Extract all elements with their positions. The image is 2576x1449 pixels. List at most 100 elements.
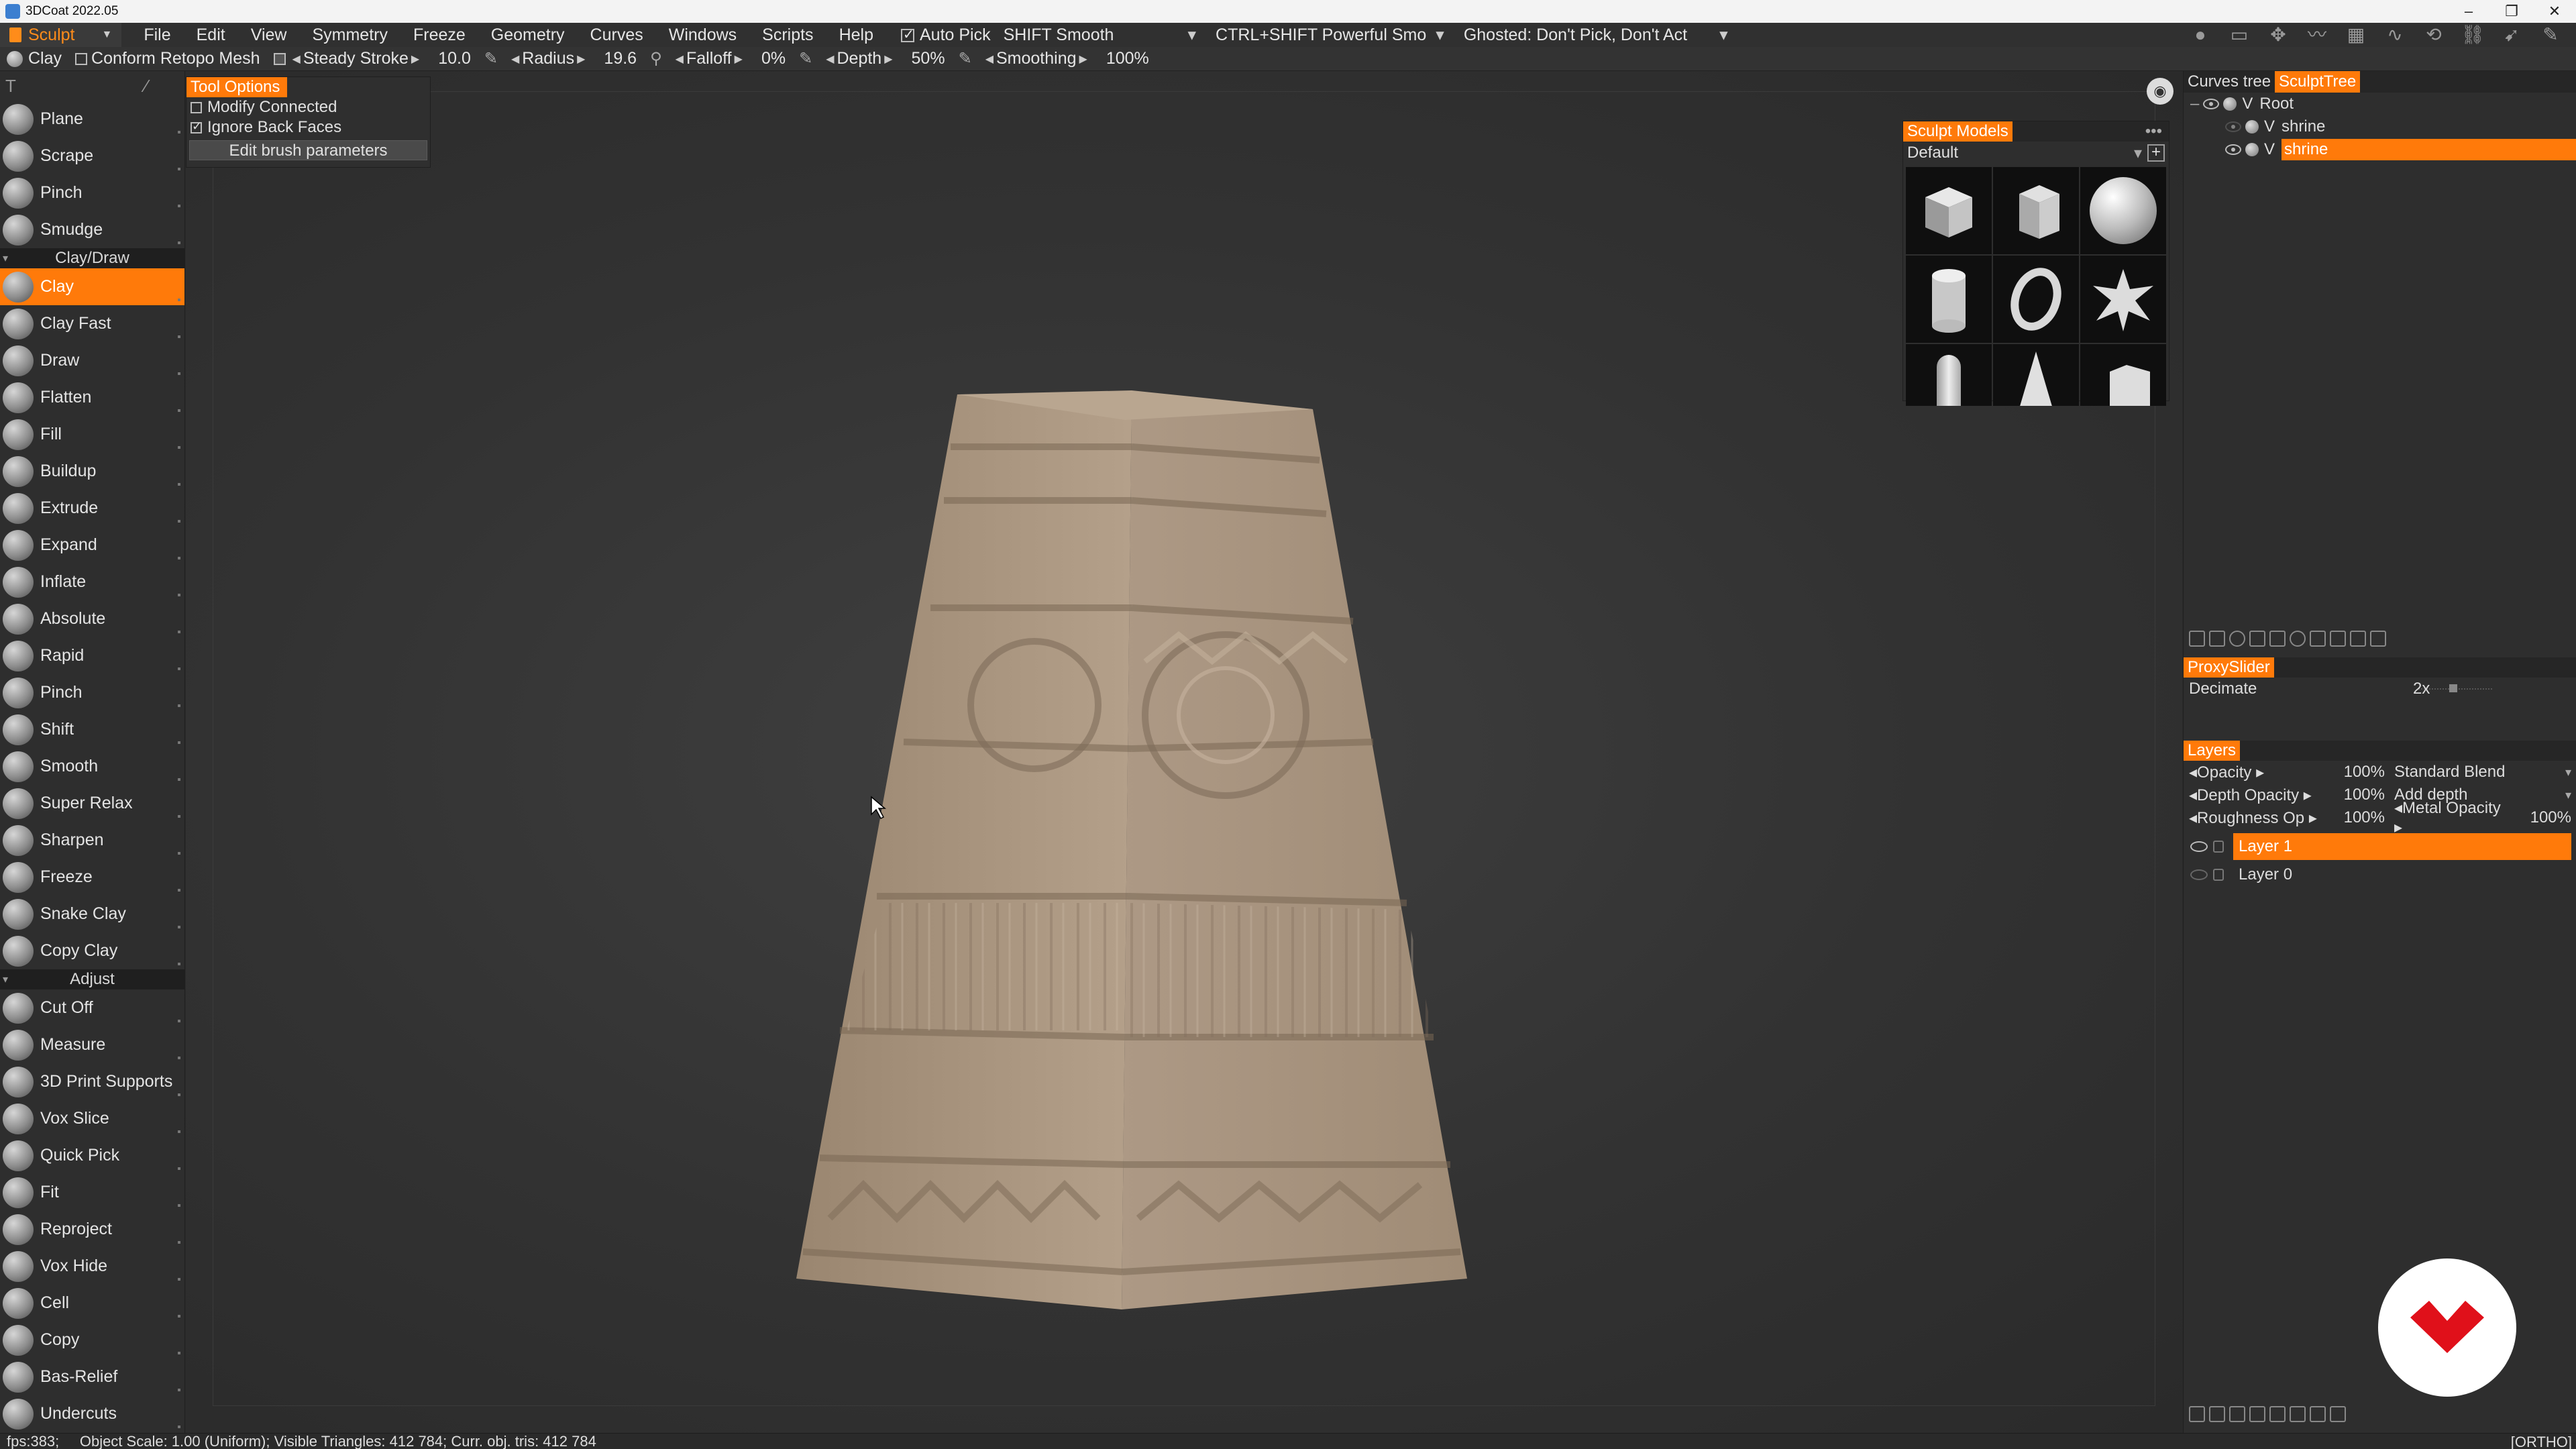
steady-stroke-toggle[interactable]: ◀ Steady Stroke ▶ (267, 49, 429, 68)
radius-value[interactable]: 19.6 (594, 49, 646, 68)
grid-icon[interactable] (2310, 631, 2326, 647)
model-cone[interactable] (1993, 344, 2079, 406)
tool-clay-fast[interactable]: Clay Fast (0, 305, 184, 342)
pen-pressure-icon[interactable]: ✎ (480, 49, 502, 68)
roughness-value[interactable]: 100% (2338, 808, 2385, 827)
document-icon[interactable] (2330, 631, 2346, 647)
menu-view[interactable]: View (238, 25, 300, 45)
shift-smooth-dropdown[interactable]: SHIFT Smooth ▾ (1004, 25, 1209, 45)
opacity-row[interactable]: ◂Opacity ▸ 100% Standard Blend ▾ (2184, 761, 2576, 784)
model-spiky-ball[interactable] (2080, 256, 2166, 343)
move-icon[interactable] (2370, 631, 2386, 647)
pen-icon[interactable]: ✎ (2538, 25, 2563, 45)
tool-flatten[interactable]: Flatten (0, 379, 184, 416)
restore-button[interactable]: ❐ (2490, 0, 2533, 23)
pen-pressure-icon[interactable]: ✎ (795, 49, 816, 68)
tool-pinch[interactable]: Pinch (0, 174, 184, 211)
menu-windows[interactable]: Windows (656, 25, 749, 45)
tool-quick-pick[interactable]: Quick Pick (0, 1137, 184, 1174)
tool-3d-print-supports[interactable]: 3D Print Supports (0, 1063, 184, 1100)
section-clay-draw[interactable]: Clay/Draw (0, 248, 184, 268)
layer-row-0[interactable]: Layer 0 (2184, 861, 2576, 888)
tool-shift[interactable]: Shift (0, 711, 184, 748)
move-up-icon[interactable] (2269, 1406, 2286, 1422)
falloff-control[interactable]: ◀ Falloff ▶ (666, 49, 752, 68)
tool-super-relax[interactable]: Super Relax (0, 785, 184, 822)
tool-undercuts[interactable]: Undercuts (0, 1395, 184, 1432)
info-icon[interactable] (2290, 631, 2306, 647)
decrease-arrow-icon[interactable]: ◀ (673, 52, 686, 66)
add-layer-icon[interactable] (2189, 1406, 2205, 1422)
tab-sculpt-tree[interactable]: SculptTree (2275, 71, 2361, 93)
tool-vox-hide[interactable]: Vox Hide (0, 1248, 184, 1285)
folder-icon[interactable] (2209, 1406, 2225, 1422)
conform-checkbox[interactable] (75, 52, 88, 65)
hidden-eye-icon[interactable] (2225, 121, 2241, 132)
steady-stroke-value[interactable]: 10.0 (429, 49, 480, 68)
tool-cell[interactable]: Cell (0, 1285, 184, 1322)
tool-inflate[interactable]: Inflate (0, 564, 184, 600)
opacity-value[interactable]: 100% (2338, 763, 2385, 782)
model-torus[interactable] (1993, 256, 2079, 343)
increase-arrow-icon[interactable]: ▶ (409, 52, 422, 66)
increase-arrow-icon[interactable]: ▶ (1077, 52, 1090, 66)
tree-root[interactable]: – V Root (2184, 93, 2576, 115)
tool-buildup[interactable]: Buildup (0, 453, 184, 490)
room-selector[interactable]: Sculpt ▼ (0, 23, 122, 47)
tree-item-shrine-selected[interactable]: V shrine (2184, 138, 2576, 161)
menu-file[interactable]: File (131, 25, 183, 45)
decimate-slider[interactable]: Decimate 2x (2184, 678, 2576, 700)
menu-curves[interactable]: Curves (578, 25, 656, 45)
metal-value[interactable]: 100% (2530, 808, 2571, 827)
tool-pinch[interactable]: Pinch (0, 674, 184, 711)
link-icon[interactable]: ⛓ (2461, 25, 2485, 45)
sphere-icon[interactable]: ● (2188, 25, 2212, 45)
model-cylinder[interactable] (1906, 256, 1992, 343)
steady-stroke-checkbox[interactable] (273, 52, 286, 65)
tool-rapid[interactable]: Rapid (0, 637, 184, 674)
stroke-icon[interactable]: ∿ (2383, 25, 2407, 45)
depth-control[interactable]: ◀ Depth ▶ (816, 49, 902, 68)
menu-geometry[interactable]: Geometry (478, 25, 578, 45)
visibility-eye-icon[interactable] (2190, 841, 2208, 852)
modify-connected-checkbox[interactable] (191, 101, 202, 113)
tool-extrude[interactable]: Extrude (0, 490, 184, 527)
tool-copy-clay[interactable]: Copy Clay (0, 932, 184, 969)
model-cube[interactable] (1906, 167, 1992, 254)
depth-opacity-value[interactable]: 100% (2338, 786, 2385, 804)
model-sphere[interactable] (2080, 167, 2166, 254)
modify-connected-option[interactable]: Modify Connected (186, 97, 430, 117)
auto-pick-checkbox[interactable] (900, 26, 914, 43)
tool-reproject[interactable]: Reproject (0, 1211, 184, 1248)
menu-freeze[interactable]: Freeze (400, 25, 478, 45)
merge-down-icon[interactable] (2229, 1406, 2245, 1422)
preset-selector[interactable]: Default ▾ + (1903, 142, 2169, 164)
hidden-eye-icon[interactable] (2190, 869, 2208, 880)
visibility-eye-icon[interactable] (2225, 144, 2241, 155)
tool-freeze[interactable]: Freeze (0, 859, 184, 896)
auto-pick-toggle[interactable]: Auto Pick (886, 25, 1004, 45)
blend-mode-select[interactable]: Standard Blend (2394, 763, 2571, 782)
conform-retopo-toggle[interactable]: Conform Retopo Mesh (68, 49, 267, 68)
layer-row-1[interactable]: Layer 1 (2184, 833, 2576, 860)
boolean-icon[interactable] (2269, 631, 2286, 647)
shrine-model[interactable] (186, 71, 2182, 1433)
decrease-arrow-icon[interactable]: ◀ (508, 52, 522, 66)
depth-value[interactable]: 50% (902, 49, 955, 68)
menu-help[interactable]: Help (826, 25, 886, 45)
decimate-handle[interactable] (2449, 684, 2457, 692)
tool-absolute[interactable]: Absolute (0, 600, 184, 637)
camera-navigation-icon[interactable]: ◉ (2147, 78, 2174, 105)
ignore-back-faces-option[interactable]: Ignore Back Faces (186, 117, 430, 138)
tool-vox-slice[interactable]: Vox Slice (0, 1100, 184, 1137)
increase-arrow-icon[interactable]: ▶ (574, 52, 588, 66)
collapse-icon[interactable]: – (2190, 95, 2199, 113)
text-tool-icon[interactable]: T (5, 76, 16, 97)
tab-curves-tree[interactable]: Curves tree (2184, 71, 2275, 93)
tool-expand[interactable]: Expand (0, 527, 184, 564)
radius-control[interactable]: ◀ Radius ▶ (502, 49, 594, 68)
arrow-icon[interactable]: ➹ (2500, 25, 2524, 45)
section-adjust[interactable]: Adjust (0, 969, 184, 989)
model-capsule[interactable] (1906, 344, 1992, 406)
move-down-icon[interactable] (2290, 1406, 2306, 1422)
